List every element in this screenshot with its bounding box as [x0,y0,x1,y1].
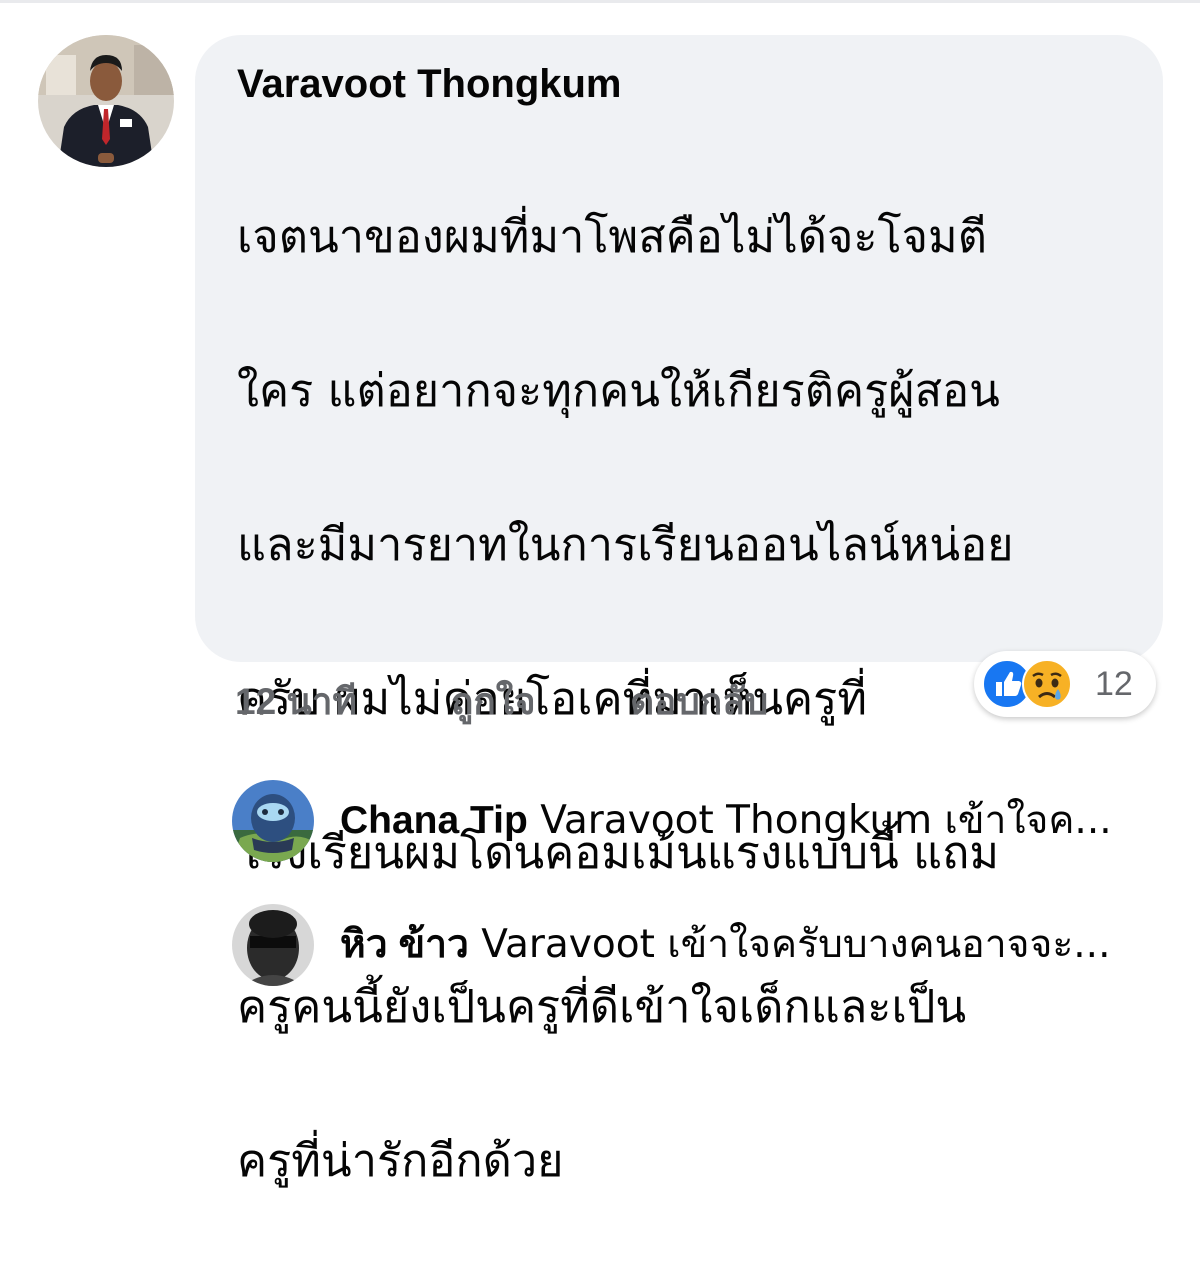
reply-avatar[interactable] [232,780,314,862]
reply-author-name[interactable]: หิว ข้าว [340,923,469,966]
reply-snippet: Varavoot Thongkum เข้าใจค... [527,798,1112,843]
comment-timestamp[interactable]: 12 นาที [235,672,357,732]
comment-line: ใคร แต่อยากจะทุกคนให้เกียรติครูผู้สอน [237,364,1000,417]
reply-snippet: Varavoot เข้าใจครับบางคนอาจจะ... [468,922,1111,967]
comment-line: ครูที่น่ารักอีกด้วย [237,1134,564,1187]
comment-line: เจตนาของผมที่มาโพสคือไม่ได้จะโจมตี [237,210,987,263]
author-avatar[interactable] [38,35,174,167]
comment-bubble: Varavoot Thongkum เจตนาของผมที่มาโพสคือไ… [195,35,1163,1187]
comment-author-name[interactable]: Varavoot Thongkum [237,59,1123,109]
comment-line: และมีมารยาทในการเรียนออนไลน์หน่อย [237,518,1014,571]
reactions-summary[interactable]: 12 [974,651,1156,717]
reaction-count: 12 [1095,665,1133,703]
reply-text: Chana Tip Varavoot Thongkum เข้าใจค... [340,794,1112,848]
reply-item[interactable]: Chana Tip Varavoot Thongkum เข้าใจค... [232,780,1182,862]
reply-button[interactable]: ตอบกลับ [630,672,768,732]
like-button[interactable]: ถูกใจ [451,672,536,732]
reply-text: หิว ข้าว Varavoot เข้าใจครับบางคนอาจจะ..… [340,918,1110,972]
top-divider [0,0,1200,3]
sad-icon [1022,659,1072,713]
reply-author-name[interactable]: Chana Tip [340,799,528,842]
